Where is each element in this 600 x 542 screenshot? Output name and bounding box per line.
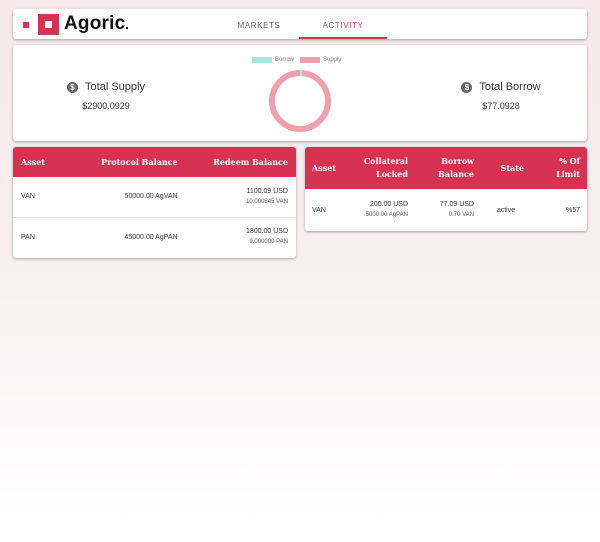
borrow-balance-card: Asset Collateral Locked Borrow Balance S… (305, 147, 587, 231)
logo-text: Agoric (64, 13, 129, 35)
cell-asset: VAN (312, 206, 326, 214)
collateral-token: 5000.00 AgPAN (365, 212, 408, 218)
legend-item-borrow[interactable]: Borrow (252, 57, 294, 63)
table-row[interactable]: VAN 50000.00 AgVAN 1100.09 USD 10.000845… (13, 177, 296, 218)
col-header-collateral-locked: Collateral Locked (351, 147, 415, 189)
protocol-balance-table: Asset Protocol Balance Redeem Balance VA… (13, 147, 296, 257)
cell-state: active (496, 206, 516, 214)
total-supply-title: Total Supply (85, 81, 145, 93)
col-header-redeem-balance: Redeem Balance (185, 147, 296, 177)
cell-protocol-balance: 45000.00 AgPAN (124, 233, 178, 241)
menu-icon[interactable] (23, 22, 29, 28)
dollar-icon: $ (67, 81, 79, 93)
top-nav-bar: Agoric MARKETS ACTIVITY (13, 9, 587, 39)
col-header-state: State (481, 147, 531, 189)
cell-percent-of-limit: %57 (565, 206, 580, 214)
cell-collateral-locked: 200.00 USD 5000.00 AgPAN (351, 189, 415, 231)
redeem-token: 9.000000 PAN (249, 239, 288, 246)
total-supply-block: $ Total Supply $2900.0929 (51, 81, 161, 111)
cell-redeem-balance: 1100.09 USD 10.000845 VAN (185, 177, 296, 218)
redeem-usd: 1800.00 USD (245, 228, 288, 236)
dollar-icon: $ (461, 81, 473, 93)
cell-asset: VAN (13, 177, 73, 218)
legend-swatch-supply (300, 57, 321, 63)
tab-markets[interactable]: MARKETS (209, 9, 309, 39)
table-row[interactable]: VAN 200.00 USD 5000.00 AgPAN 77.09 USD 0… (305, 189, 587, 231)
agoric-logo-icon (38, 14, 59, 35)
total-borrow-block: $ Total Borrow $77.0928 (446, 81, 556, 111)
cell-redeem-balance: 1800.00 USD 9.000000 PAN (186, 217, 296, 257)
legend-label-borrow: Borrow (275, 57, 295, 63)
col-header-borrow-balance: Borrow Balance (415, 147, 481, 189)
total-borrow-title: Total Borrow (479, 81, 541, 93)
redeem-usd: 1100.09 USD (246, 187, 288, 195)
legend-swatch-borrow (252, 57, 272, 63)
legend-item-supply[interactable]: Supply (300, 57, 341, 63)
col-header-percent-of-limit: % Of Limit (531, 147, 587, 189)
total-borrow-value: $77.0928 (482, 101, 520, 111)
supply-borrow-donut-chart (269, 70, 331, 132)
cell-asset: PAN (21, 233, 35, 241)
col-header-asset: Asset (305, 147, 351, 189)
col-header-asset: Asset (13, 147, 73, 177)
total-supply-value: $2900.0929 (82, 101, 130, 111)
col-header-protocol-balance: Protocol Balance (73, 147, 186, 177)
cell-protocol-balance: 50000.00 AgVAN (73, 177, 186, 218)
chart-legend: Borrow Supply (252, 57, 341, 63)
legend-label-supply: Supply (323, 57, 342, 63)
redeem-token: 10.000845 VAN (246, 198, 288, 205)
cell-borrow-balance: 77.09 USD 0.70 VAN (415, 189, 481, 231)
tab-activity[interactable]: ACTIVITY (299, 9, 387, 39)
donut-supply-arc (269, 70, 331, 132)
borrow-balance-table: Asset Collateral Locked Borrow Balance S… (305, 147, 587, 231)
table-row[interactable]: PAN 45000.00 AgPAN 1800.00 USD 9.000000 … (13, 217, 296, 257)
protocol-balance-card: Asset Protocol Balance Redeem Balance VA… (13, 147, 296, 258)
summary-panel: $ Total Supply $2900.0929 Borrow Supply … (13, 45, 587, 141)
borrow-token: 0.70 VAN (448, 212, 474, 218)
borrow-usd: 77.09 USD (439, 201, 474, 208)
collateral-usd: 200.00 USD (369, 201, 408, 208)
